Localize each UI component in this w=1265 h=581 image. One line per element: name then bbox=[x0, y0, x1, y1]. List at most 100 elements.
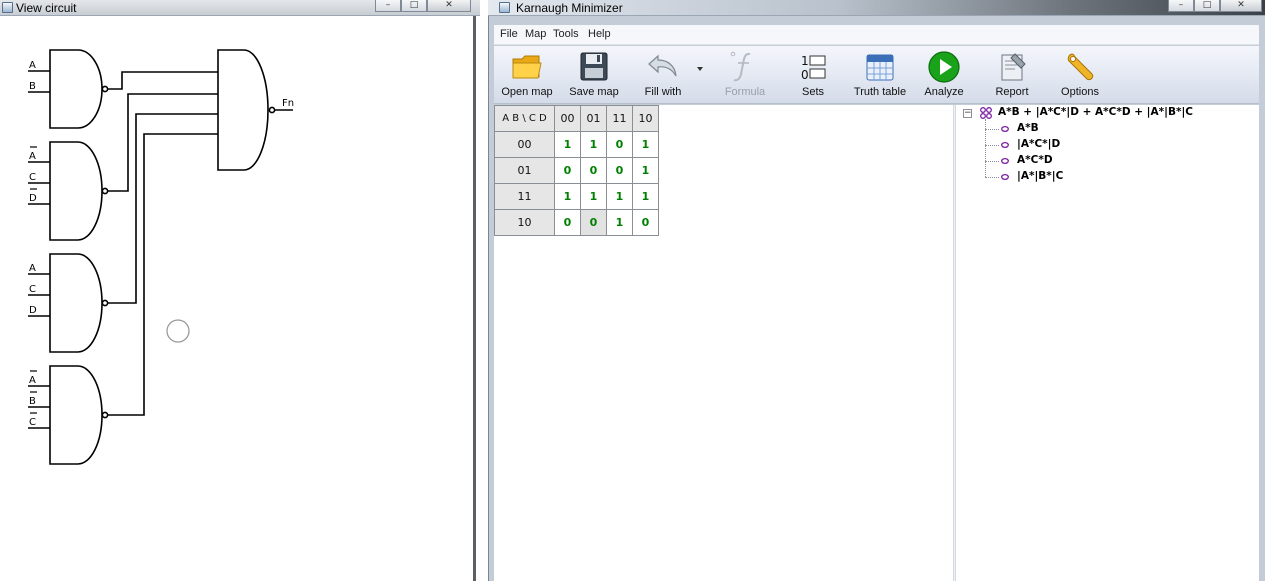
undo-arrow-icon bbox=[648, 54, 677, 77]
gate-1-bubble bbox=[101, 85, 109, 93]
report-icon bbox=[1001, 53, 1026, 81]
term-icon bbox=[1001, 157, 1009, 165]
formula-label: Formula bbox=[724, 86, 766, 98]
input-label: B bbox=[29, 396, 36, 407]
kmap-cell[interactable]: 1 bbox=[580, 183, 607, 210]
minimize-button[interactable]: – bbox=[375, 0, 401, 12]
kmap-cell[interactable]: 0 bbox=[554, 209, 581, 236]
kmap-cell[interactable]: 1 bbox=[606, 183, 633, 210]
tree-item[interactable]: |A*|B*|C bbox=[985, 169, 1245, 185]
kmap-cell[interactable]: 1 bbox=[580, 131, 607, 158]
sets-digit-0: 0 bbox=[801, 68, 809, 82]
term-icon bbox=[1001, 141, 1009, 149]
folder-icon bbox=[512, 55, 542, 79]
kmap-col-header: 10 bbox=[632, 105, 659, 132]
result-tree: − A*B + |A*C*|D + A*C*D + |A*|B*|C A*B |… bbox=[961, 105, 1259, 581]
output-bubble bbox=[268, 106, 276, 114]
open-map-button[interactable]: Open map bbox=[498, 46, 556, 104]
menu-help[interactable]: Help bbox=[588, 28, 611, 40]
kmap-row-header: 00 bbox=[494, 131, 555, 158]
fill-with-label: Fill with bbox=[644, 86, 682, 98]
output-label: Fn bbox=[282, 98, 294, 109]
gate-4-bubble bbox=[101, 411, 109, 419]
kmap-cell[interactable]: 1 bbox=[606, 209, 633, 236]
pane-splitter[interactable] bbox=[953, 105, 956, 581]
formula-button[interactable]: Formula bbox=[714, 46, 776, 104]
floppy-icon bbox=[580, 52, 608, 81]
menu-file[interactable]: File bbox=[500, 28, 518, 40]
circuit-diagram: A B A C D A C D A B C Fn bbox=[28, 49, 294, 465]
tree-collapse-icon[interactable]: − bbox=[963, 109, 972, 118]
kmap-row-header: 10 bbox=[494, 209, 555, 236]
map-area: A B \ C D 00 01 11 10 00 1 1 0 1 01 0 0 … bbox=[494, 105, 1259, 581]
kmap-col-header: 01 bbox=[580, 105, 607, 132]
save-map-label: Save map bbox=[569, 86, 619, 98]
input-label: A bbox=[29, 151, 36, 162]
tree-item-label: A*B bbox=[1017, 122, 1039, 134]
tree-item[interactable]: A*C*D bbox=[985, 153, 1245, 169]
tree-item-label: A*C*D bbox=[1017, 154, 1053, 166]
view-circuit-window: View circuit – □ ✕ A B A C D A C D A B C… bbox=[0, 0, 480, 581]
circuit-window-title: View circuit bbox=[16, 1, 77, 15]
nand-gate-2 bbox=[49, 141, 103, 241]
maximize-button[interactable]: □ bbox=[401, 0, 427, 12]
input-label: C bbox=[29, 284, 36, 295]
term-icon bbox=[1001, 125, 1009, 133]
input-label: C bbox=[29, 172, 36, 183]
analyze-button[interactable]: Analyze bbox=[914, 46, 974, 104]
sets-button[interactable]: 1 0 Sets bbox=[784, 46, 842, 104]
input-label: A bbox=[29, 375, 36, 386]
kmap-cell[interactable]: 1 bbox=[632, 183, 659, 210]
input-label: A bbox=[29, 263, 36, 274]
report-button[interactable]: Report bbox=[982, 46, 1042, 104]
tree-branch-line bbox=[985, 177, 999, 178]
tree-item[interactable]: A*B bbox=[985, 121, 1245, 137]
kmap-cell[interactable]: 0 bbox=[554, 157, 581, 184]
kmap-row-header: 11 bbox=[494, 183, 555, 210]
kmap-cell[interactable]: 1 bbox=[632, 131, 659, 158]
nand-gate-3 bbox=[49, 253, 103, 353]
report-label: Report bbox=[995, 86, 1029, 98]
kmap-col-header: 00 bbox=[554, 105, 581, 132]
menu-map[interactable]: Map bbox=[525, 28, 546, 40]
tree-branch-line bbox=[985, 161, 999, 162]
play-icon bbox=[928, 51, 960, 83]
toolbar: Open map Save map Fill with Formula 1 0 … bbox=[494, 46, 1259, 104]
kmap-cell[interactable]: 1 bbox=[554, 131, 581, 158]
calendar-table-icon bbox=[866, 54, 894, 81]
circuit-titlebar[interactable]: View circuit – □ ✕ bbox=[0, 0, 480, 16]
truth-table-label: Truth table bbox=[853, 86, 907, 98]
kmap-cell[interactable]: 0 bbox=[632, 209, 659, 236]
sets-label: Sets bbox=[801, 86, 824, 98]
gate-3-bubble bbox=[101, 299, 109, 307]
maximize-button[interactable]: □ bbox=[1194, 0, 1220, 12]
tree-root-expression[interactable]: A*B + |A*C*|D + A*C*D + |A*|B*|C bbox=[998, 106, 1193, 118]
wrench-icon bbox=[1067, 53, 1094, 81]
close-button[interactable]: ✕ bbox=[1220, 0, 1262, 12]
minimize-button[interactable]: – bbox=[1168, 0, 1194, 12]
close-button[interactable]: ✕ bbox=[427, 0, 471, 12]
options-button[interactable]: Options bbox=[1050, 46, 1110, 104]
input-label: D bbox=[29, 305, 37, 316]
kmap-cell-selected[interactable]: 0 bbox=[580, 209, 607, 236]
wire-gate1 bbox=[108, 71, 218, 90]
input-label: D bbox=[29, 193, 37, 204]
kmap-cell[interactable]: 0 bbox=[606, 131, 633, 158]
tree-item[interactable]: |A*C*|D bbox=[985, 137, 1245, 153]
kmap-cell[interactable]: 0 bbox=[606, 157, 633, 184]
kmap-cell[interactable]: 1 bbox=[554, 183, 581, 210]
menu-tools[interactable]: Tools bbox=[553, 28, 579, 40]
fill-with-button[interactable]: Fill with bbox=[632, 46, 694, 104]
karnaugh-map: A B \ C D 00 01 11 10 00 1 1 0 1 01 0 0 … bbox=[494, 105, 659, 236]
cursor-indicator bbox=[166, 319, 190, 343]
save-map-button[interactable]: Save map bbox=[565, 46, 623, 104]
menu-bar: File Map Tools Help bbox=[494, 25, 1259, 45]
input-label: C bbox=[29, 417, 36, 428]
open-map-label: Open map bbox=[501, 86, 553, 98]
nand-gate-1 bbox=[49, 49, 103, 129]
kmap-cell[interactable]: 0 bbox=[580, 157, 607, 184]
kmap-cell[interactable]: 1 bbox=[632, 157, 659, 184]
fill-with-dropdown-icon[interactable] bbox=[697, 67, 703, 71]
truth-table-button[interactable]: Truth table bbox=[844, 46, 916, 104]
km-titlebar[interactable]: Karnaugh Minimizer – □ ✕ bbox=[488, 0, 1265, 16]
